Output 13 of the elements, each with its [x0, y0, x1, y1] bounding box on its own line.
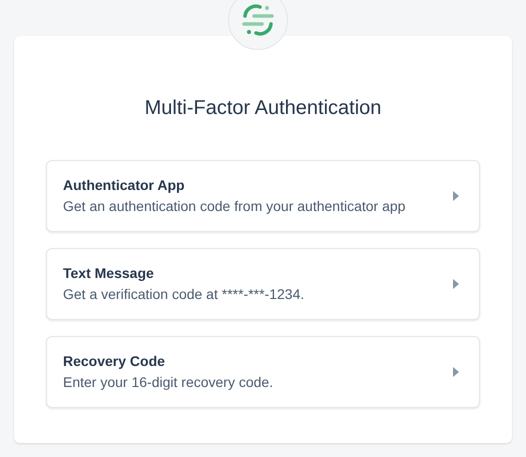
method-option[interactable]: Text Message Get a verification code at ****-***-1234.	[46, 248, 480, 320]
caret-icon	[453, 191, 459, 201]
option-title: Text Message	[63, 264, 155, 283]
option-description: Enter your 16-digit recovery code.	[63, 373, 274, 392]
option-title: Authenticator App	[63, 176, 186, 195]
page-title: Multi-Factor Authentication	[144, 96, 382, 121]
method-option[interactable]: Authenticator App Get an authentication code from your authenticator app	[46, 160, 480, 232]
option-description: Get a verification code at ****-***-1234.	[63, 285, 304, 304]
option-title: Recovery Code	[63, 352, 166, 371]
caret-icon	[453, 279, 459, 289]
method-option[interactable]: Recovery Code Enter your 16-digit recovery code.	[46, 336, 480, 408]
option-description: Get an authentication code from your authenticator app	[63, 197, 406, 216]
caret-icon	[453, 367, 459, 377]
